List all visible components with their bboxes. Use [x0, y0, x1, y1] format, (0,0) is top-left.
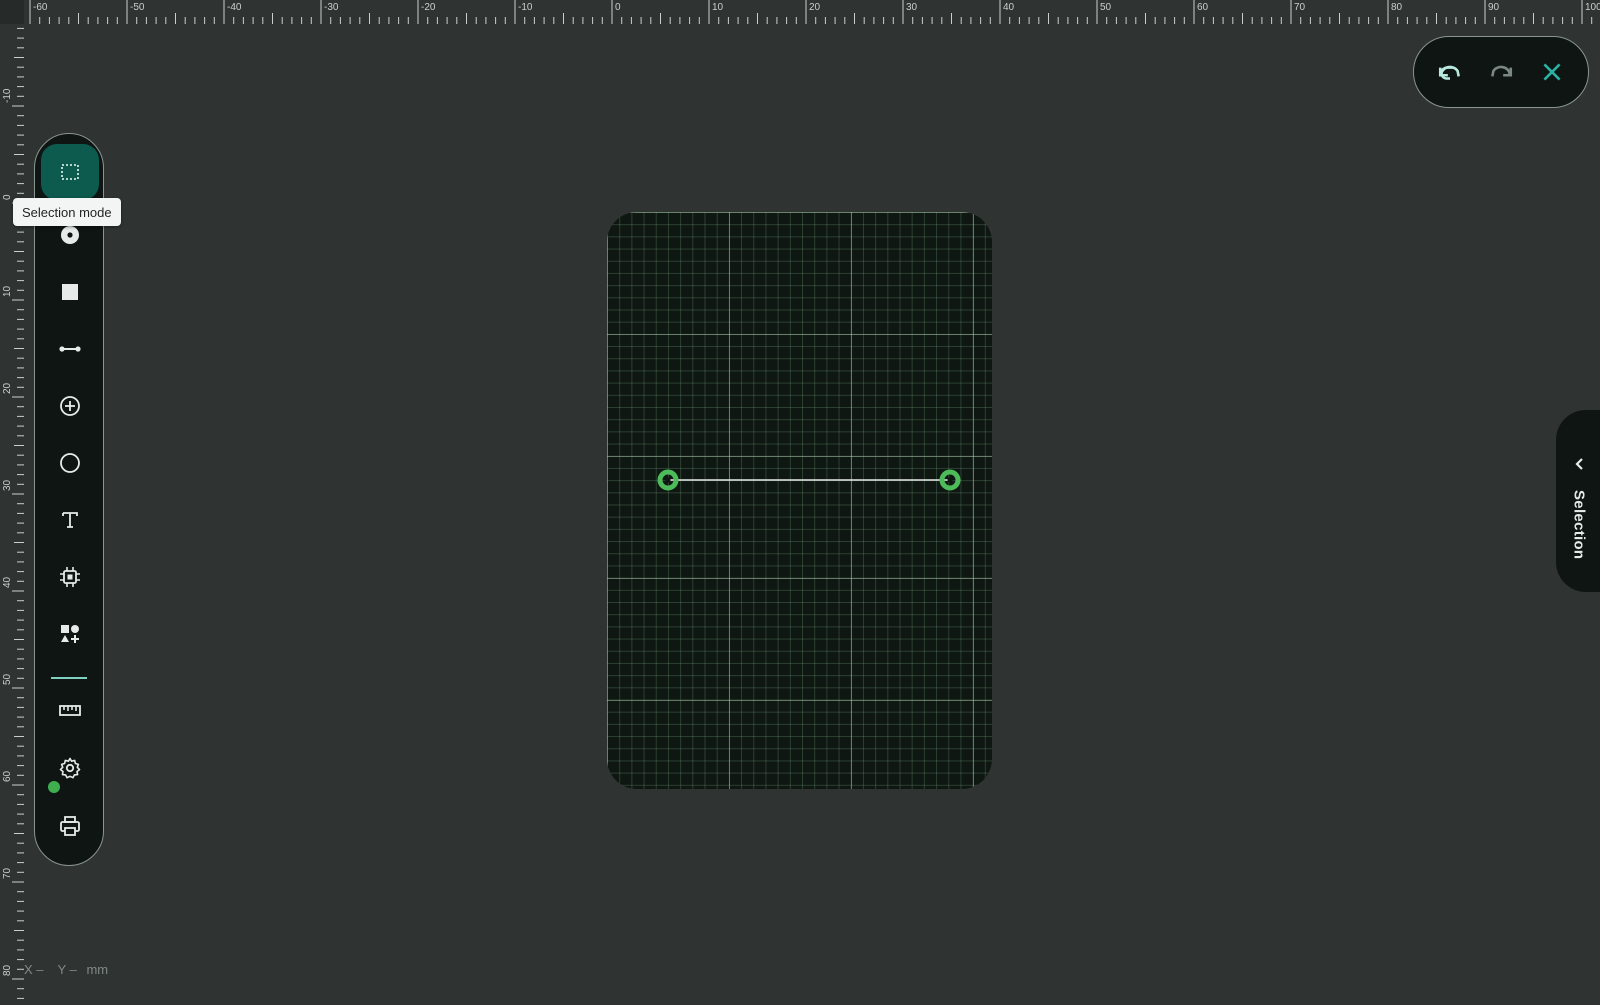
undo-icon — [1438, 65, 1460, 80]
ruler-icon — [59, 705, 81, 716]
ruler-label: 60 — [2, 770, 13, 782]
text-t-icon — [62, 512, 78, 528]
ruler-label: 50 — [2, 673, 13, 685]
ruler-label: 10 — [712, 2, 724, 13]
selection-panel-tab[interactable]: Selection — [1556, 410, 1600, 592]
ruler-label: -30 — [324, 2, 339, 13]
ruler-label: -50 — [130, 2, 145, 13]
redo-button[interactable] — [1481, 52, 1521, 92]
close-icon — [1543, 63, 1561, 81]
filled-square-icon — [62, 284, 78, 300]
gear-icon — [59, 757, 81, 779]
target-dot-icon — [61, 226, 79, 244]
ruler-label: 0 — [2, 194, 13, 200]
ruler-label: 60 — [1197, 2, 1209, 13]
status-indicator — [48, 781, 60, 793]
printer-icon — [60, 816, 80, 836]
left-ruler: -10 0 10 20 30 40 50 60 70 80 — [0, 24, 24, 1000]
selection-tool-button[interactable] — [41, 144, 99, 200]
history-action-bar — [1413, 36, 1589, 108]
toolbar-divider — [51, 677, 87, 679]
ruler-label: 50 — [1100, 2, 1112, 13]
measure-tool-button[interactable] — [41, 683, 99, 737]
ruler-corner — [0, 0, 24, 24]
close-button[interactable] — [1532, 52, 1572, 92]
shapes-tool-button[interactable] — [41, 607, 99, 661]
shapes-icon — [61, 625, 79, 643]
dashed-rectangle-icon — [61, 164, 79, 180]
selection-panel-label: Selection — [1570, 490, 1588, 560]
text-tool-button[interactable] — [41, 493, 99, 547]
wire-endpoint-start[interactable] — [657, 469, 679, 491]
ruler-label: 40 — [1003, 2, 1015, 13]
board-drawing-layer — [657, 469, 961, 491]
component-tool-button[interactable] — [41, 550, 99, 604]
via-tool-button[interactable] — [41, 379, 99, 433]
ruler-label: 90 — [1488, 2, 1500, 13]
ruler-label: 30 — [906, 2, 918, 13]
ruler-label: 100 — [1585, 2, 1600, 13]
pcb-board-canvas[interactable] — [607, 212, 992, 789]
wire-endpoint-end[interactable] — [939, 469, 961, 491]
cursor-coordinates: X – Y – mm — [24, 962, 108, 977]
ruler-label: -20 — [421, 2, 436, 13]
ruler-label: 70 — [1294, 2, 1306, 13]
circle-outline-icon — [60, 453, 80, 473]
ruler-label: 70 — [2, 867, 13, 879]
ruler-label: 10 — [2, 285, 13, 297]
wire-tool-button[interactable] — [41, 322, 99, 376]
circle-plus-icon — [60, 396, 80, 416]
top-ruler: -60 -50 -40 -30 -20 -10 0 10 20 30 40 50 60 70 80 90 100 — [24, 0, 1600, 24]
tool-tooltip: Selection mode — [13, 198, 121, 226]
ruler-label: 40 — [2, 576, 13, 588]
chip-icon — [60, 567, 80, 587]
print-tool-button[interactable] — [41, 799, 99, 853]
tool-palette — [34, 133, 104, 866]
ruler-label: -10 — [518, 2, 533, 13]
ruler-label: 20 — [2, 382, 13, 394]
ruler-label: -10 — [2, 88, 13, 103]
ruler-label: 0 — [615, 2, 621, 13]
ruler-label: 30 — [2, 479, 13, 491]
undo-button[interactable] — [1430, 52, 1470, 92]
ruler-label: 80 — [1391, 2, 1403, 13]
ruler-label: -60 — [33, 2, 48, 13]
y-coordinate: Y – mm — [57, 962, 109, 977]
ruler-label: -40 — [227, 2, 242, 13]
chevron-left-icon — [1575, 458, 1583, 470]
ruler-label: 20 — [809, 2, 821, 13]
line-endpoints-icon — [59, 346, 81, 352]
redo-icon — [1491, 65, 1513, 77]
x-coordinate: X – — [24, 962, 44, 977]
ruler-label: 80 — [2, 964, 13, 976]
circle-tool-button[interactable] — [41, 436, 99, 490]
rectangle-tool-button[interactable] — [41, 265, 99, 319]
